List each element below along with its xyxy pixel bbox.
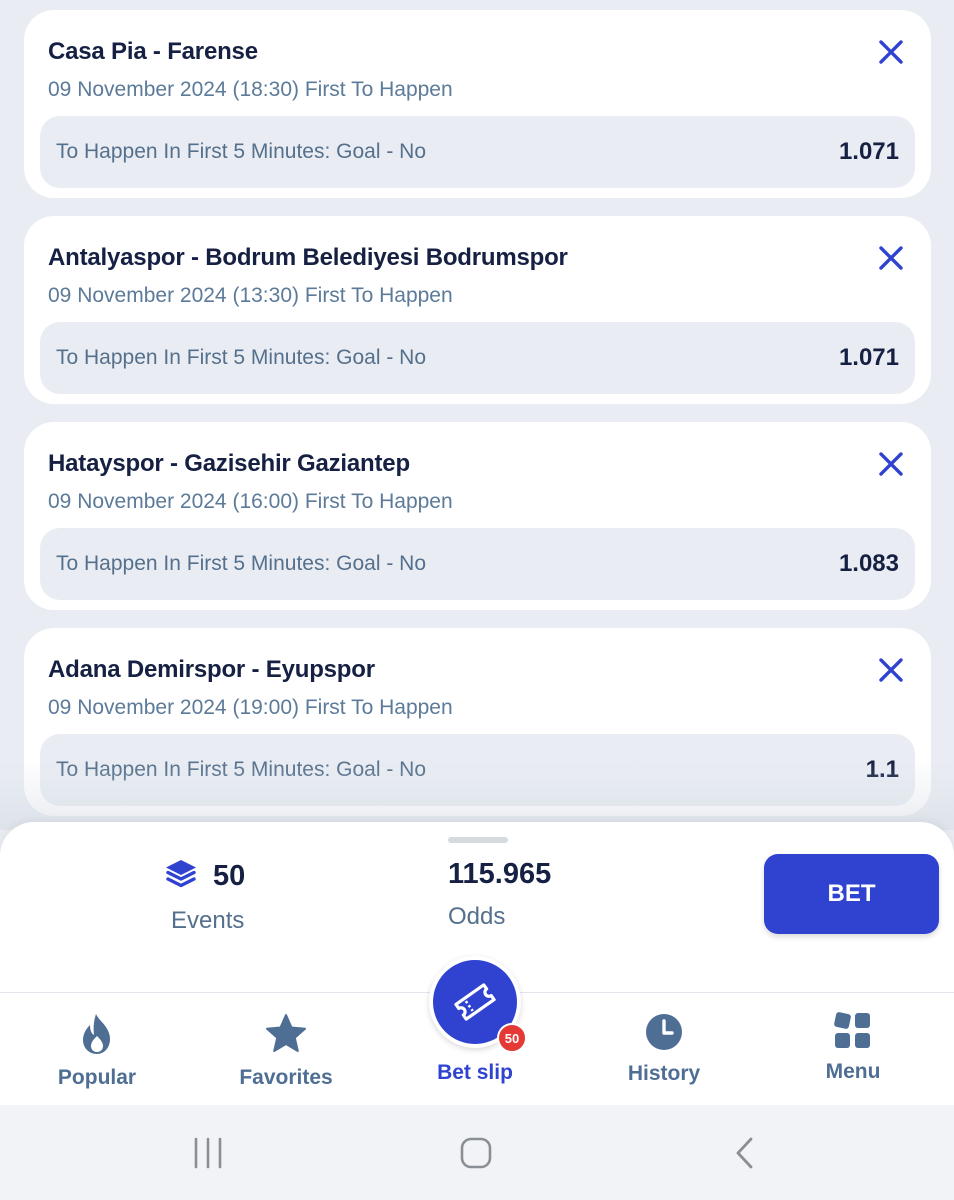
match-title: Adana Demirspor - Eyupspor (48, 656, 375, 683)
bet-card: Casa Pia - Farense 09 November 2024 (18:… (24, 10, 931, 198)
selection-row: To Happen In First 5 Minutes: Goal - No … (40, 116, 915, 188)
nav-betslip-label[interactable]: Bet slip (395, 1061, 555, 1085)
match-info: 09 November 2024 (16:00) First To Happen (48, 490, 453, 513)
drag-handle[interactable] (448, 837, 508, 843)
clock-icon (584, 1012, 744, 1052)
selection-label: To Happen In First 5 Minutes: Goal - No (56, 140, 426, 163)
recent-apps-icon[interactable] (190, 1135, 226, 1176)
selection-odds: 1.071 (838, 138, 899, 165)
nav-history[interactable]: History (584, 1012, 744, 1086)
nav-favorites[interactable]: Favorites (206, 1012, 366, 1090)
betslip-count-badge: 50 (497, 1023, 527, 1053)
nav-menu-label: Menu (825, 1060, 881, 1083)
selection-row: To Happen In First 5 Minutes: Goal - No … (40, 322, 915, 394)
grid-icon (773, 1012, 933, 1050)
system-nav-bar (0, 1105, 954, 1200)
bet-button[interactable]: BET (764, 854, 939, 934)
events-label: Events (171, 907, 245, 934)
selection-label: To Happen In First 5 Minutes: Goal - No (56, 552, 426, 575)
close-icon[interactable] (877, 38, 905, 66)
bet-card: Adana Demirspor - Eyupspor 09 November 2… (24, 628, 931, 816)
selection-odds: 1.083 (838, 550, 899, 577)
match-title: Antalyaspor - Bodrum Belediyesi Bodrumsp… (48, 244, 568, 271)
selection-label: To Happen In First 5 Minutes: Goal - No (56, 346, 426, 369)
nav-favorites-label: Favorites (239, 1066, 333, 1089)
match-info: 09 November 2024 (19:00) First To Happen (48, 696, 453, 719)
back-icon[interactable] (728, 1135, 764, 1176)
match-info: 09 November 2024 (18:30) First To Happen (48, 78, 453, 101)
bet-card: Antalyaspor - Bodrum Belediyesi Bodrumsp… (24, 216, 931, 404)
star-icon (206, 1012, 366, 1056)
selection-odds: 1.1 (865, 756, 899, 783)
selection-odds: 1.071 (838, 344, 899, 371)
match-title: Casa Pia - Farense (48, 38, 258, 65)
close-icon[interactable] (877, 656, 905, 684)
total-odds: 115.965 (448, 858, 552, 890)
nav-history-label: History (627, 1062, 701, 1085)
odds-summary: 115.965 Odds (448, 858, 551, 931)
events-summary: 50 Events (163, 858, 283, 935)
fire-icon (17, 1012, 177, 1056)
match-info: 09 November 2024 (13:30) First To Happen (48, 284, 453, 307)
nav-popular-label: Popular (57, 1066, 137, 1089)
selection-row: To Happen In First 5 Minutes: Goal - No … (40, 528, 915, 600)
bet-slip-list: Casa Pia - Farense 09 November 2024 (18:… (0, 0, 954, 830)
home-icon[interactable] (458, 1135, 494, 1176)
layers-icon (163, 858, 199, 895)
nav-menu[interactable]: Menu (773, 1012, 933, 1084)
bet-card: Hatayspor - Gazisehir Gaziantep 09 Novem… (24, 422, 931, 610)
nav-popular[interactable]: Popular (17, 1012, 177, 1090)
odds-label: Odds (448, 903, 506, 930)
selection-label: To Happen In First 5 Minutes: Goal - No (56, 758, 426, 781)
match-title: Hatayspor - Gazisehir Gaziantep (48, 450, 410, 477)
close-icon[interactable] (877, 450, 905, 478)
close-icon[interactable] (877, 244, 905, 272)
selection-row: To Happen In First 5 Minutes: Goal - No … (40, 734, 915, 806)
events-count: 50 (213, 860, 246, 892)
